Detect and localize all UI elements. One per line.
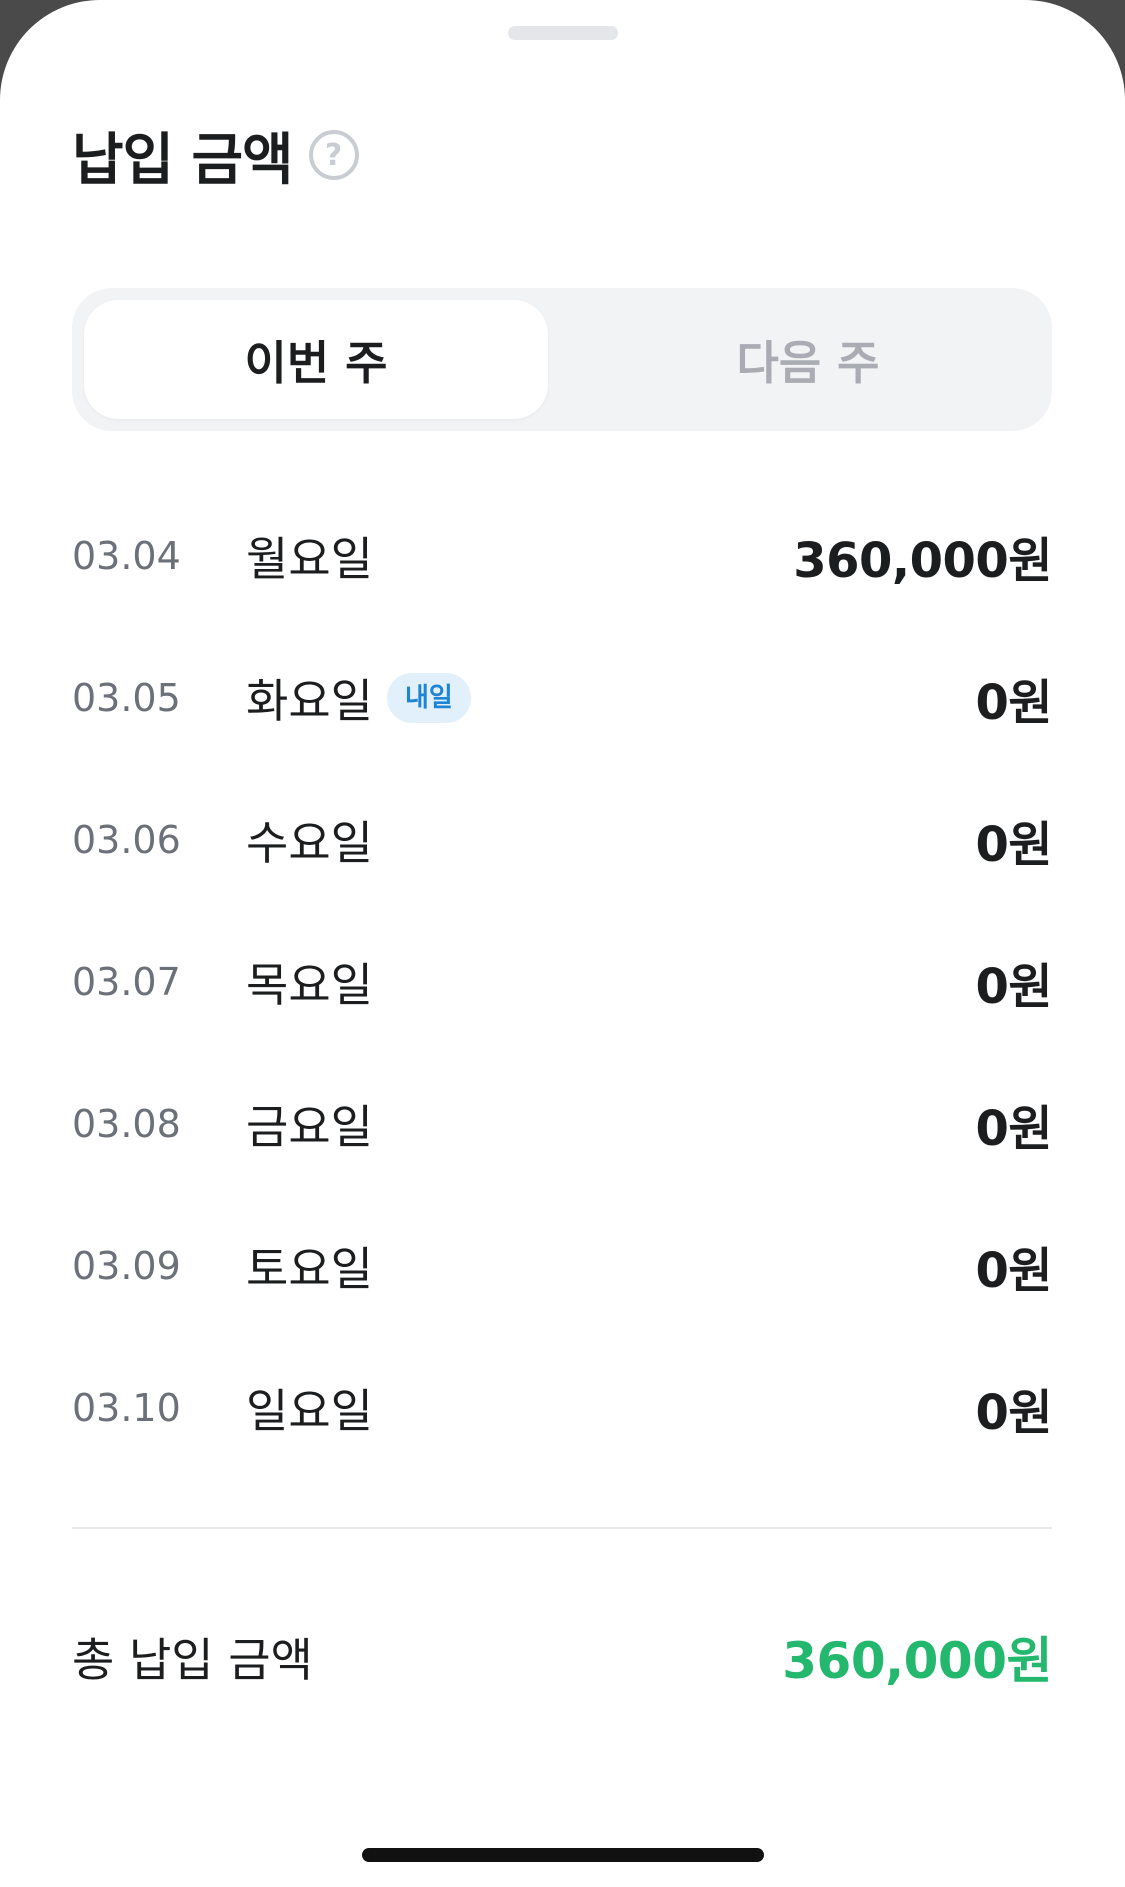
week-segmented-control: 이번 주 다음 주 (72, 288, 1052, 431)
day-date: 03.10 (72, 1386, 181, 1430)
day-amount: 0원 (975, 1101, 1052, 1157)
day-date: 03.08 (72, 1102, 181, 1146)
day-weekday: 월요일 (246, 532, 373, 586)
day-amount: 0원 (975, 1385, 1052, 1441)
day-weekday: 목요일 (246, 958, 373, 1012)
day-date: 03.09 (72, 1244, 181, 1288)
day-date: 03.07 (72, 960, 181, 1004)
total-summary: 총 납입 금액 360,000원 (72, 1617, 1052, 1697)
list-item: 03.08 금요일 0원 (72, 1053, 1052, 1195)
daily-payment-list: 03.04 월요일 360,000원 03.05 화요일 내일 0원 03.06… (72, 485, 1052, 1479)
header: 납입 금액 ? (72, 112, 359, 198)
day-amount: 0원 (975, 959, 1052, 1015)
page-title: 납입 금액 (72, 127, 294, 193)
day-date: 03.06 (72, 818, 181, 862)
list-item: 03.04 월요일 360,000원 (72, 485, 1052, 627)
list-item: 03.05 화요일 내일 0원 (72, 627, 1052, 769)
day-amount: 360,000원 (793, 533, 1052, 589)
day-amount: 0원 (975, 1243, 1052, 1299)
tomorrow-badge: 내일 (386, 673, 471, 723)
list-item: 03.07 목요일 0원 (72, 911, 1052, 1053)
day-amount: 0원 (975, 675, 1052, 731)
day-weekday: 금요일 (246, 1100, 373, 1154)
day-date: 03.04 (72, 534, 181, 578)
tab-next-week[interactable]: 다음 주 (576, 300, 1040, 419)
day-weekday: 일요일 (246, 1384, 373, 1438)
divider (72, 1527, 1052, 1529)
list-item: 03.10 일요일 0원 (72, 1337, 1052, 1479)
sheet-grab-handle[interactable] (508, 26, 618, 40)
tab-this-week[interactable]: 이번 주 (84, 300, 548, 419)
list-item: 03.09 토요일 0원 (72, 1195, 1052, 1337)
day-weekday: 화요일 (246, 674, 373, 728)
day-amount: 0원 (975, 817, 1052, 873)
bottom-sheet: 납입 금액 ? 이번 주 다음 주 03.04 월요일 360,000원 03.… (0, 0, 1125, 1887)
question-circle-icon[interactable]: ? (308, 130, 359, 180)
total-label: 총 납입 금액 (72, 1633, 313, 1687)
total-amount: 360,000원 (782, 1632, 1052, 1690)
day-date: 03.05 (72, 676, 181, 720)
day-weekday: 토요일 (246, 1242, 373, 1296)
day-weekday: 수요일 (246, 816, 373, 870)
home-indicator (362, 1848, 764, 1862)
list-item: 03.06 수요일 0원 (72, 769, 1052, 911)
